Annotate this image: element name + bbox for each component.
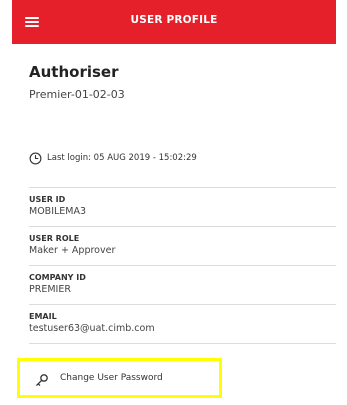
detail-value: Maker + Approver	[29, 245, 116, 256]
detail-value: PREMIER	[29, 284, 71, 295]
detail-row-email: EMAIL testuser63@uat.cimb.com	[29, 305, 336, 343]
detail-row-company-id: COMPANY ID PREMIER	[29, 266, 336, 304]
user-details-list: USER ID MOBILEMA3 USER ROLE Maker + Appr…	[29, 187, 336, 344]
detail-label: USER ID	[29, 195, 66, 204]
detail-label: COMPANY ID	[29, 273, 86, 282]
detail-value: testuser63@uat.cimb.com	[29, 323, 155, 334]
detail-value: MOBILEMA3	[29, 206, 87, 217]
detail-row-user-id: USER ID MOBILEMA3	[29, 188, 336, 226]
user-code: Premier-01-02-03	[29, 88, 125, 101]
clock-icon	[29, 152, 42, 164]
key-icon	[36, 374, 48, 386]
detail-label: EMAIL	[29, 312, 57, 321]
page-title: USER PROFILE	[130, 14, 218, 26]
user-name: Authoriser	[29, 63, 119, 81]
app-bar: USER PROFILE	[12, 0, 336, 44]
detail-row-user-role: USER ROLE Maker + Approver	[29, 227, 336, 265]
change-password-label: Change User Password	[60, 373, 163, 383]
detail-label: USER ROLE	[29, 234, 80, 243]
last-login: Last login: 05 AUG 2019 - 15:02:29	[29, 150, 197, 166]
last-login-text: Last login: 05 AUG 2019 - 15:02:29	[47, 153, 197, 163]
divider	[29, 343, 336, 344]
change-password-button[interactable]: Change User Password	[17, 358, 222, 398]
profile-screen: USER PROFILE Authoriser Premier-01-02-03…	[12, 0, 336, 405]
